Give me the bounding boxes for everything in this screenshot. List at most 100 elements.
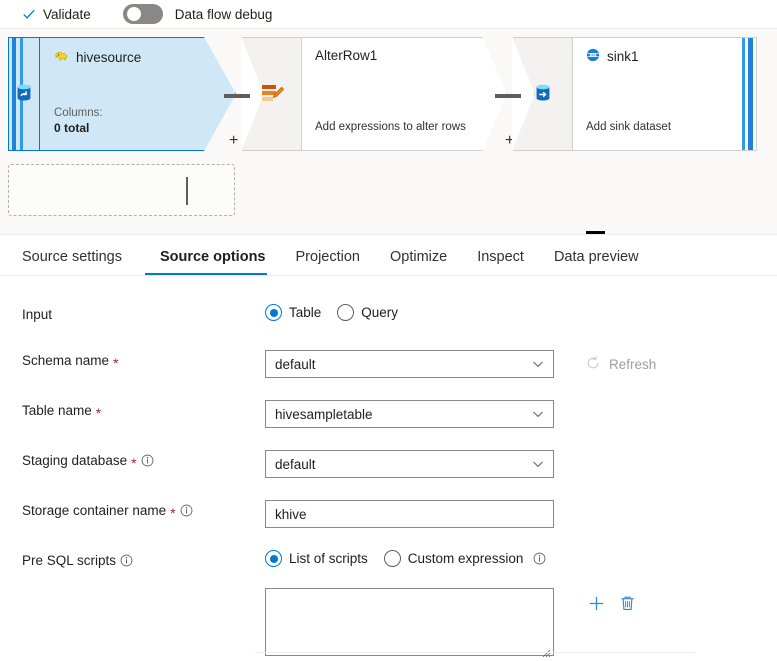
alterrow-node-name: AlterRow1 [315,48,494,63]
source-node-name: hivesource [76,50,141,65]
pre-sql-scripts-control: List of scripts Custom expression [265,550,777,567]
staging-database-label: Staging database * [22,450,265,468]
alter-row-icon [259,80,285,109]
form-row-pre-sql-scripts: Pre SQL scripts List of scripts Custom e… [22,550,777,574]
tab-optimize[interactable]: Optimize [375,249,462,275]
pre-sql-script-input[interactable] [265,588,554,656]
data-flow-canvas[interactable]: hivesource Columns: 0 total + [0,28,777,234]
tab-source-options[interactable]: Source options [145,249,281,275]
flow-wire-alterrow-sink [495,94,521,98]
pre-sql-scripts-label: Pre SQL scripts [22,550,265,568]
trash-icon[interactable] [618,594,637,613]
staging-database-value: default [275,457,532,472]
source-node-title: hivesource [54,48,223,66]
radio-list-of-scripts-label: List of scripts [289,551,368,566]
pre-sql-scripts-label-text: Pre SQL scripts [22,553,116,568]
radio-table-label: Table [289,305,321,320]
storage-container-name-input[interactable]: khive [265,500,554,528]
toggle-knob [127,7,141,21]
source-node-body: hivesource Columns: 0 total [40,38,235,150]
table-name-value: hivesampletable [275,407,532,422]
radio-option-table[interactable]: Table [265,304,321,321]
source-stream-rail [9,38,40,150]
chevron-down-icon [532,358,544,370]
flow-graph: hivesource Columns: 0 total + [8,37,757,151]
storage-container-name-value: khive [275,507,544,522]
refresh-icon [585,355,601,374]
table-name-control: hivesampletable [265,400,777,428]
flow-node-source[interactable]: hivesource Columns: 0 total [8,37,236,151]
info-icon[interactable] [120,554,133,567]
flow-node-alterrow[interactable]: AlterRow1 Add expressions to alter rows [302,37,507,151]
storage-container-name-control: khive [265,500,777,528]
staging-database-control: default [265,450,777,478]
radio-option-query[interactable]: Query [337,304,398,321]
sink-dataset-icon [532,82,554,107]
flow-node-alterrow-icon-block[interactable] [242,37,302,151]
input-label: Input [22,304,265,322]
table-name-required-asterisk: * [96,406,101,420]
flow-wire-source-alterrow [224,94,250,98]
properties-tab-bar: Source settings Source options Projectio… [0,235,777,276]
chevron-down-icon [532,458,544,470]
input-radio-group: Table Query [265,304,398,321]
plus-icon[interactable] [587,594,606,613]
staging-database-label-text: Staging database [22,453,127,468]
data-flow-debug-toggle[interactable] [123,4,163,24]
sink-node-title: SINK sink1 [586,48,722,65]
radio-option-custom-expression[interactable]: Custom expression [384,550,547,567]
tab-projection[interactable]: Projection [281,249,375,275]
tab-source-settings[interactable]: Source settings [22,249,137,275]
schema-name-label-text: Schema name [22,353,109,368]
storage-container-required-asterisk: * [170,506,175,520]
dropzone-caret [186,177,188,205]
script-action-buttons [587,588,637,613]
source-options-form: Input Table Query Schema name [0,276,777,659]
validate-label: Validate [43,7,91,22]
table-name-dropdown[interactable]: hivesampletable [265,400,554,428]
radio-list-of-scripts[interactable] [265,550,282,567]
panel-bottom-divider [255,652,695,653]
panel-resize-handle[interactable] [586,231,605,234]
command-bar: Validate Data flow debug [0,0,777,28]
schema-name-label: Schema name * [22,350,265,368]
add-node-after-source-button[interactable]: + [229,133,238,149]
radio-custom-expression[interactable] [384,550,401,567]
storage-container-name-label-text: Storage container name [22,503,166,518]
radio-query[interactable] [337,304,354,321]
radio-table[interactable] [265,304,282,321]
refresh-label: Refresh [609,357,656,372]
flow-node-sink-icon-block[interactable] [513,37,573,151]
form-row-storage-container-name: Storage container name * khive [22,500,777,528]
table-name-label: Table name * [22,400,265,418]
sink-stream-rail [734,38,756,150]
info-icon[interactable] [180,504,193,517]
data-flow-debug-label: Data flow debug [175,7,273,22]
input-label-text: Input [22,307,52,322]
schema-name-dropdown[interactable]: default [265,350,554,378]
sink-badge-icon: SINK [586,48,600,65]
storage-container-name-label: Storage container name * [22,500,265,518]
table-name-label-text: Table name [22,403,92,418]
script-editor-control [265,588,777,659]
source-node-meta: Columns: 0 total [54,106,103,136]
script-editor-spacer [22,588,265,591]
refresh-button[interactable]: Refresh [585,355,656,374]
source-columns-label: Columns: [54,106,103,121]
schema-name-control: default Refresh [265,350,777,378]
info-icon[interactable] [141,454,154,467]
flow-node-sink[interactable]: SINK sink1 Add sink dataset [573,37,757,151]
hive-elephant-icon [54,48,69,66]
sink-node-body: SINK sink1 Add sink dataset [573,38,734,150]
form-row-staging-database: Staging database * default [22,450,777,478]
radio-option-list-of-scripts[interactable]: List of scripts [265,550,368,567]
info-icon[interactable] [533,552,546,565]
radio-custom-expression-label: Custom expression [408,551,524,566]
canvas-dropzone[interactable] [8,164,235,216]
checkmark-icon [22,7,36,21]
validate-button[interactable]: Validate [22,7,91,22]
form-row-table-name: Table name * hivesampletable [22,400,777,428]
staging-database-dropdown[interactable]: default [265,450,554,478]
tab-data-preview[interactable]: Data preview [539,249,654,275]
tab-inspect[interactable]: Inspect [462,249,539,275]
